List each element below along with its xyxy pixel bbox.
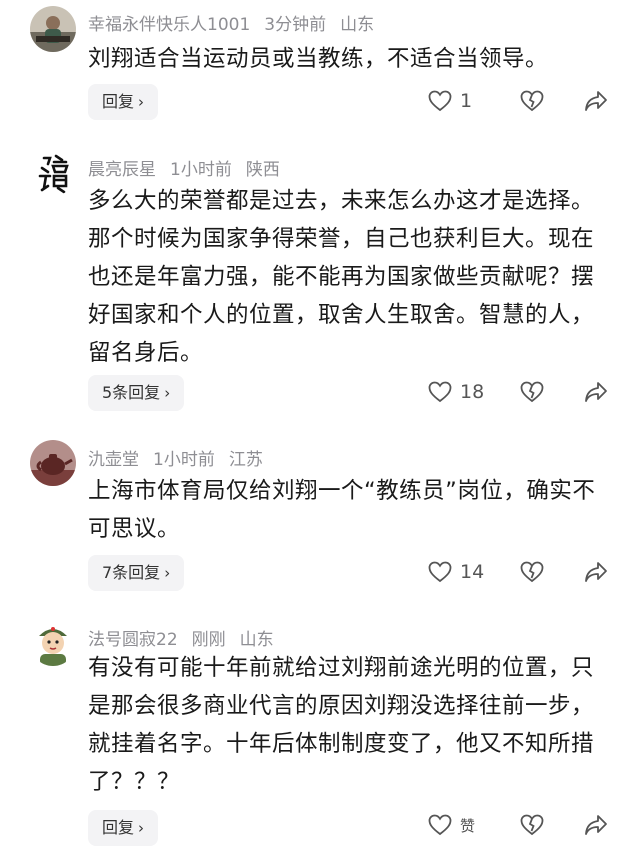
username[interactable]: 幸福永伴快乐人1001 — [88, 15, 250, 35]
reply-button[interactable]: 5条回复 › — [88, 375, 185, 411]
comment-text: 上海市体育局仅给刘翔一个“教练员”岗位，确实不可思议。 — [88, 478, 596, 542]
chevron-right-icon: › — [138, 93, 145, 111]
avatar[interactable] — [30, 440, 76, 486]
username[interactable]: 氿壶堂 — [88, 450, 139, 470]
location: 山东 — [340, 15, 375, 35]
timestamp: 3分钟前 — [264, 15, 327, 35]
chevron-right-icon: › — [164, 384, 171, 402]
share-button[interactable] — [584, 90, 608, 112]
like-count: 18 — [460, 381, 485, 403]
like-button[interactable]: 1 — [428, 90, 472, 112]
reply-button[interactable]: 回复 › — [88, 810, 159, 846]
chevron-right-icon: › — [164, 564, 171, 582]
like-count: 14 — [460, 561, 485, 583]
heart-icon — [428, 381, 452, 403]
location: 江苏 — [228, 450, 263, 470]
share-button[interactable] — [584, 814, 608, 836]
share-icon — [585, 815, 607, 835]
avatar[interactable] — [30, 620, 76, 666]
comment-text: 有没有可能十年前就给过刘翔前途光明的位置，只是那会很多商业代言的原因刘翔没选择往… — [88, 655, 595, 795]
comment-meta: 幸福永伴快乐人1001 3分钟前 山东 — [88, 10, 388, 35]
avatar[interactable] — [30, 6, 76, 52]
heart-icon — [428, 90, 452, 112]
avatar[interactable] — [30, 150, 76, 196]
broken-heart-icon — [520, 814, 544, 836]
share-icon — [585, 91, 607, 111]
like-button[interactable]: 18 — [428, 381, 484, 403]
person-photo-icon — [30, 6, 76, 52]
broken-heart-icon — [520, 381, 544, 403]
timestamp: 1小时前 — [153, 450, 215, 470]
username[interactable]: 晨亮辰星 — [88, 160, 156, 180]
location: 山东 — [239, 630, 274, 650]
calligraphy-seal-icon — [30, 150, 76, 196]
heart-icon — [428, 814, 452, 836]
dislike-button[interactable] — [520, 381, 544, 403]
like-button[interactable]: 赞 — [428, 814, 475, 836]
comment-meta: 法号圆寂22 刚刚 山东 — [88, 625, 288, 650]
like-count: 赞 — [460, 816, 476, 835]
share-icon — [585, 382, 607, 402]
share-icon — [585, 562, 607, 582]
share-button[interactable] — [584, 561, 608, 583]
comment-meta: 晨亮辰星 1小时前 陕西 — [88, 155, 294, 180]
chevron-right-icon: › — [138, 819, 145, 837]
teapot-photo-icon — [30, 440, 76, 486]
comment-text: 刘翔适合当运动员或当教练，不适合当领导。 — [88, 46, 549, 72]
timestamp: 刚刚 — [191, 630, 226, 650]
like-count: 1 — [460, 90, 473, 112]
comment-text: 多么大的荣誉都是过去，未来怎么办这才是选择。那个时候为国家争得荣誉，自己也获利巨… — [88, 188, 595, 366]
dislike-button[interactable] — [520, 90, 544, 112]
dislike-button[interactable] — [520, 561, 544, 583]
comment-meta: 氿壶堂 1小时前 江苏 — [88, 445, 277, 470]
timestamp: 1小时前 — [170, 160, 232, 180]
broken-heart-icon — [520, 90, 544, 112]
share-button[interactable] — [584, 381, 608, 403]
location: 陕西 — [245, 160, 280, 180]
dislike-button[interactable] — [520, 814, 544, 836]
heart-icon — [428, 561, 452, 583]
reply-button[interactable]: 回复 › — [88, 84, 159, 120]
cartoon-soldier-icon — [30, 620, 76, 666]
reply-button[interactable]: 7条回复 › — [88, 555, 185, 591]
username[interactable]: 法号圆寂22 — [88, 630, 178, 650]
like-button[interactable]: 14 — [428, 561, 484, 583]
broken-heart-icon — [520, 561, 544, 583]
